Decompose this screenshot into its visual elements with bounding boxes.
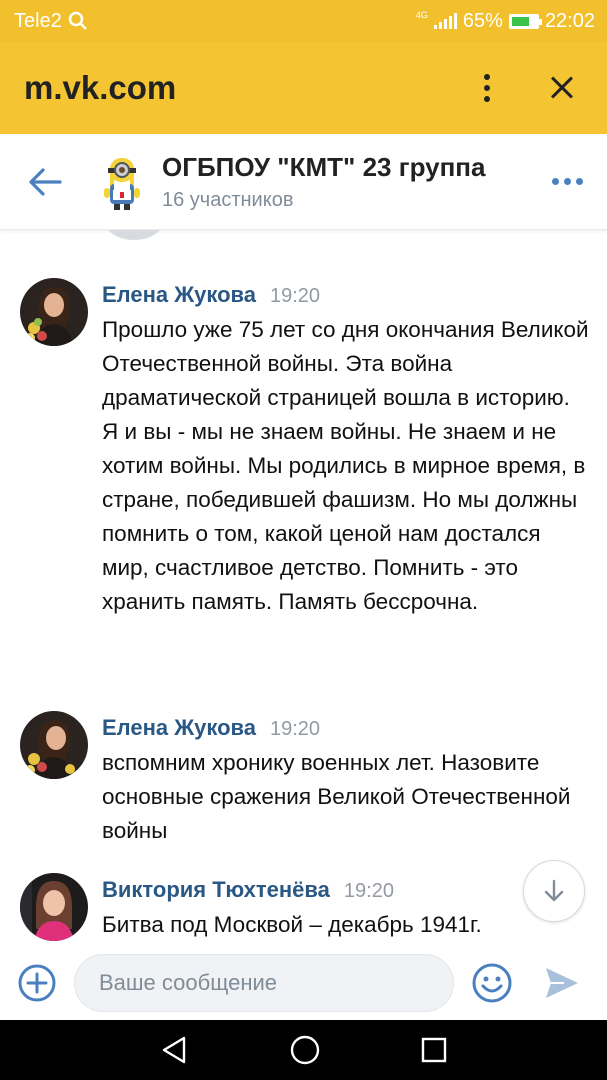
- message-input[interactable]: Ваше сообщение: [74, 953, 454, 1012]
- message-time: 19:20: [343, 880, 394, 902]
- signal-icon: [433, 13, 457, 29]
- back-button[interactable]: [0, 134, 90, 230]
- network-type: 4G: [415, 9, 428, 20]
- message-text: Прошло уже 75 лет со дня окончания Велик…: [102, 313, 592, 619]
- message-author[interactable]: Виктория Тюхтенёва 19:20: [102, 877, 394, 903]
- message-paragraph: Я и вы - мы не знаем войны. Не знаем и н…: [102, 419, 586, 614]
- more-options-icon[interactable]: [527, 134, 607, 230]
- message-paragraph: Битва под Москвой – декабрь 1941г.: [102, 912, 482, 937]
- author-name[interactable]: Елена Жукова: [102, 715, 256, 740]
- send-icon: [546, 967, 578, 998]
- message-composer: Ваше сообщение: [0, 945, 607, 1020]
- message-author[interactable]: Елена Жукова 19:20: [102, 715, 320, 741]
- plus-circle-icon: [18, 964, 56, 1001]
- system-nav-bar: [0, 1020, 607, 1080]
- message-paragraph: вспомним хронику военных лет. Назовите о…: [102, 750, 571, 843]
- previous-message-avatar: [104, 230, 164, 240]
- recents-square-icon[interactable]: [420, 1036, 448, 1064]
- url-text[interactable]: m.vk.com: [24, 69, 467, 107]
- search-icon: [68, 11, 87, 30]
- author-name[interactable]: Елена Жукова: [102, 282, 256, 307]
- avatar[interactable]: [20, 873, 88, 941]
- browser-menu-icon[interactable]: [467, 68, 507, 108]
- carrier-label: Tele2: [14, 9, 62, 32]
- avatar[interactable]: [20, 711, 88, 779]
- emoji-button[interactable]: [454, 945, 530, 1020]
- attach-button[interactable]: [0, 945, 74, 1020]
- message-paragraph: Прошло уже 75 лет со дня окончания Велик…: [102, 317, 589, 410]
- chat-members-count: 16 участников: [162, 188, 294, 211]
- status-bar: Tele2 4G 65% 22:02: [0, 0, 607, 42]
- message-list[interactable]: Елена Жукова 19:20 Прошло уже 75 лет со д…: [0, 230, 607, 945]
- home-circle-icon[interactable]: [289, 1034, 321, 1066]
- back-arrow-icon: [29, 167, 62, 196]
- scroll-down-button[interactable]: [523, 860, 585, 922]
- group-avatar[interactable]: [90, 150, 154, 214]
- battery-percent: 65%: [462, 9, 503, 32]
- chat-title[interactable]: ОГБПОУ "КМТ" 23 группа: [162, 152, 527, 183]
- message-author[interactable]: Елена Жукова 19:20: [102, 282, 320, 308]
- arrow-down-icon: [544, 879, 564, 902]
- message-time: 19:20: [269, 718, 321, 740]
- chat-header: ОГБПОУ "КМТ" 23 группа 16 участников: [0, 134, 607, 230]
- message-text: Битва под Москвой – декабрь 1941г.: [102, 908, 592, 942]
- browser-url-bar: m.vk.com: [0, 42, 607, 134]
- close-icon[interactable]: [543, 68, 583, 108]
- avatar[interactable]: [20, 278, 88, 346]
- author-name[interactable]: Виктория Тюхтенёва: [102, 877, 330, 902]
- back-triangle-icon[interactable]: [160, 1035, 190, 1065]
- message-time: 19:20: [269, 285, 321, 307]
- clock: 22:02: [544, 9, 595, 32]
- send-button[interactable]: [530, 945, 594, 1020]
- battery-icon: [508, 13, 542, 29]
- message-text: вспомним хронику военных лет. Назовите о…: [102, 746, 582, 848]
- smiley-icon: [472, 963, 512, 1002]
